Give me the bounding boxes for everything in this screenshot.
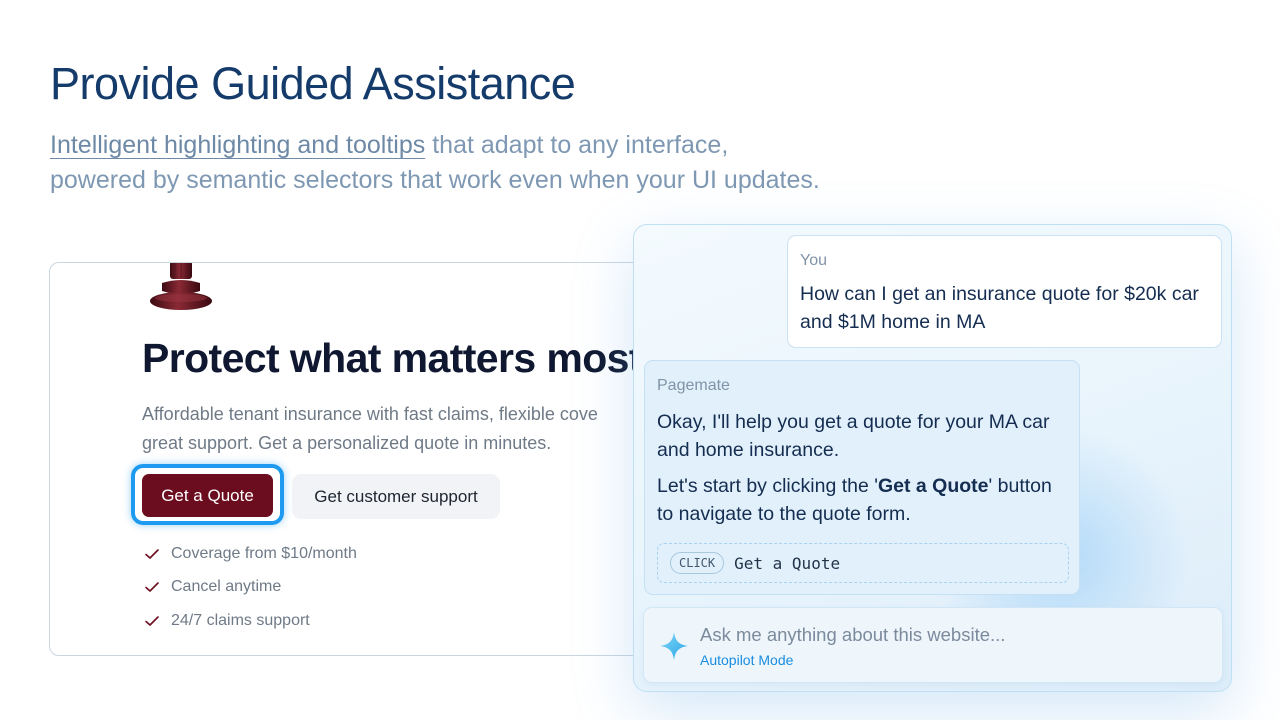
get-customer-support-button[interactable]: Get customer support [292,474,500,519]
assistant-p1-line-2: and home insurance. [657,439,840,461]
website-preview-card: Protect what matters most. Affordable te… [49,262,689,656]
feature-text: Coverage from $10/month [171,544,357,562]
subheadline-line-2: powered by semantic selectors that work … [50,166,820,194]
check-icon [145,548,159,559]
assistant-p2-text: ' button [988,475,1052,497]
assistant-sender-label: Pagemate [657,377,730,394]
action-target-label: Get a Quote [734,553,841,573]
suggested-action[interactable]: CLICK Get a Quote [657,543,1069,583]
list-item: 24/7 claims support [144,604,357,638]
chat-input-field[interactable]: Ask me anything about this website... [700,624,1005,646]
assistant-p2-text: Let's start by clicking the ' [657,475,878,497]
action-type-badge: CLICK [670,552,725,574]
page-headline: Provide Guided Assistance [50,58,576,109]
chat-input-bar[interactable]: Ask me anything about this website... Au… [643,607,1223,683]
user-sender-label: You [800,252,827,269]
assistant-panel: You How can I get an insurance quote for… [633,224,1232,692]
subheadline-highlight-link[interactable]: Intelligent highlighting and tooltips [50,131,425,159]
description-line-2: great support. Get a personalized quote … [142,433,552,453]
assistant-p2-line-1: Let's start by clicking the 'Get a Quote… [657,472,1077,500]
subheadline-text: that adapt to any interface, [425,131,729,159]
description-line-1: Affordable tenant insurance with fast cl… [142,404,598,424]
feature-text: Cancel anytime [171,578,282,596]
assistant-p2-bold-target: Get a Quote [877,475,989,497]
check-icon [145,582,159,593]
feature-list: Coverage from $10/month Cancel anytime 2… [144,537,357,638]
get-a-quote-button[interactable]: Get a Quote [142,474,273,517]
assistant-p2-line-2: to navigate to the quote form. [657,503,911,525]
page-subheadline: Intelligent highlighting and tooltips th… [50,128,950,198]
product-image [150,263,212,310]
user-message-text: How can I get an insurance quote for $20… [800,280,1220,336]
sparkle-icon [660,632,688,660]
autopilot-mode-link[interactable]: Autopilot Mode [700,652,793,668]
assistant-p1-line-1: Okay, I'll help you get a quote for your… [657,411,1050,433]
subheadline-line-1: Intelligent highlighting and tooltips th… [50,128,950,163]
list-item: Cancel anytime [144,571,357,605]
list-item: Coverage from $10/month [144,537,357,571]
site-hero-description: Affordable tenant insurance with fast cl… [142,400,682,458]
assistant-message-bubble: Pagemate Okay, I'll help you get a quote… [644,360,1080,595]
check-icon [145,615,159,626]
site-hero-title: Protect what matters most. [142,335,653,381]
feature-text: 24/7 claims support [171,611,310,629]
assistant-message-paragraph-1: Okay, I'll help you get a quote for your… [657,408,1077,464]
user-message-bubble: You How can I get an insurance quote for… [787,235,1222,348]
assistant-message-paragraph-2: Let's start by clicking the 'Get a Quote… [657,472,1077,528]
user-message-line-1: How can I get an insurance quote for $20… [800,283,1199,305]
user-message-line-2: and $1M home in MA [800,311,986,333]
